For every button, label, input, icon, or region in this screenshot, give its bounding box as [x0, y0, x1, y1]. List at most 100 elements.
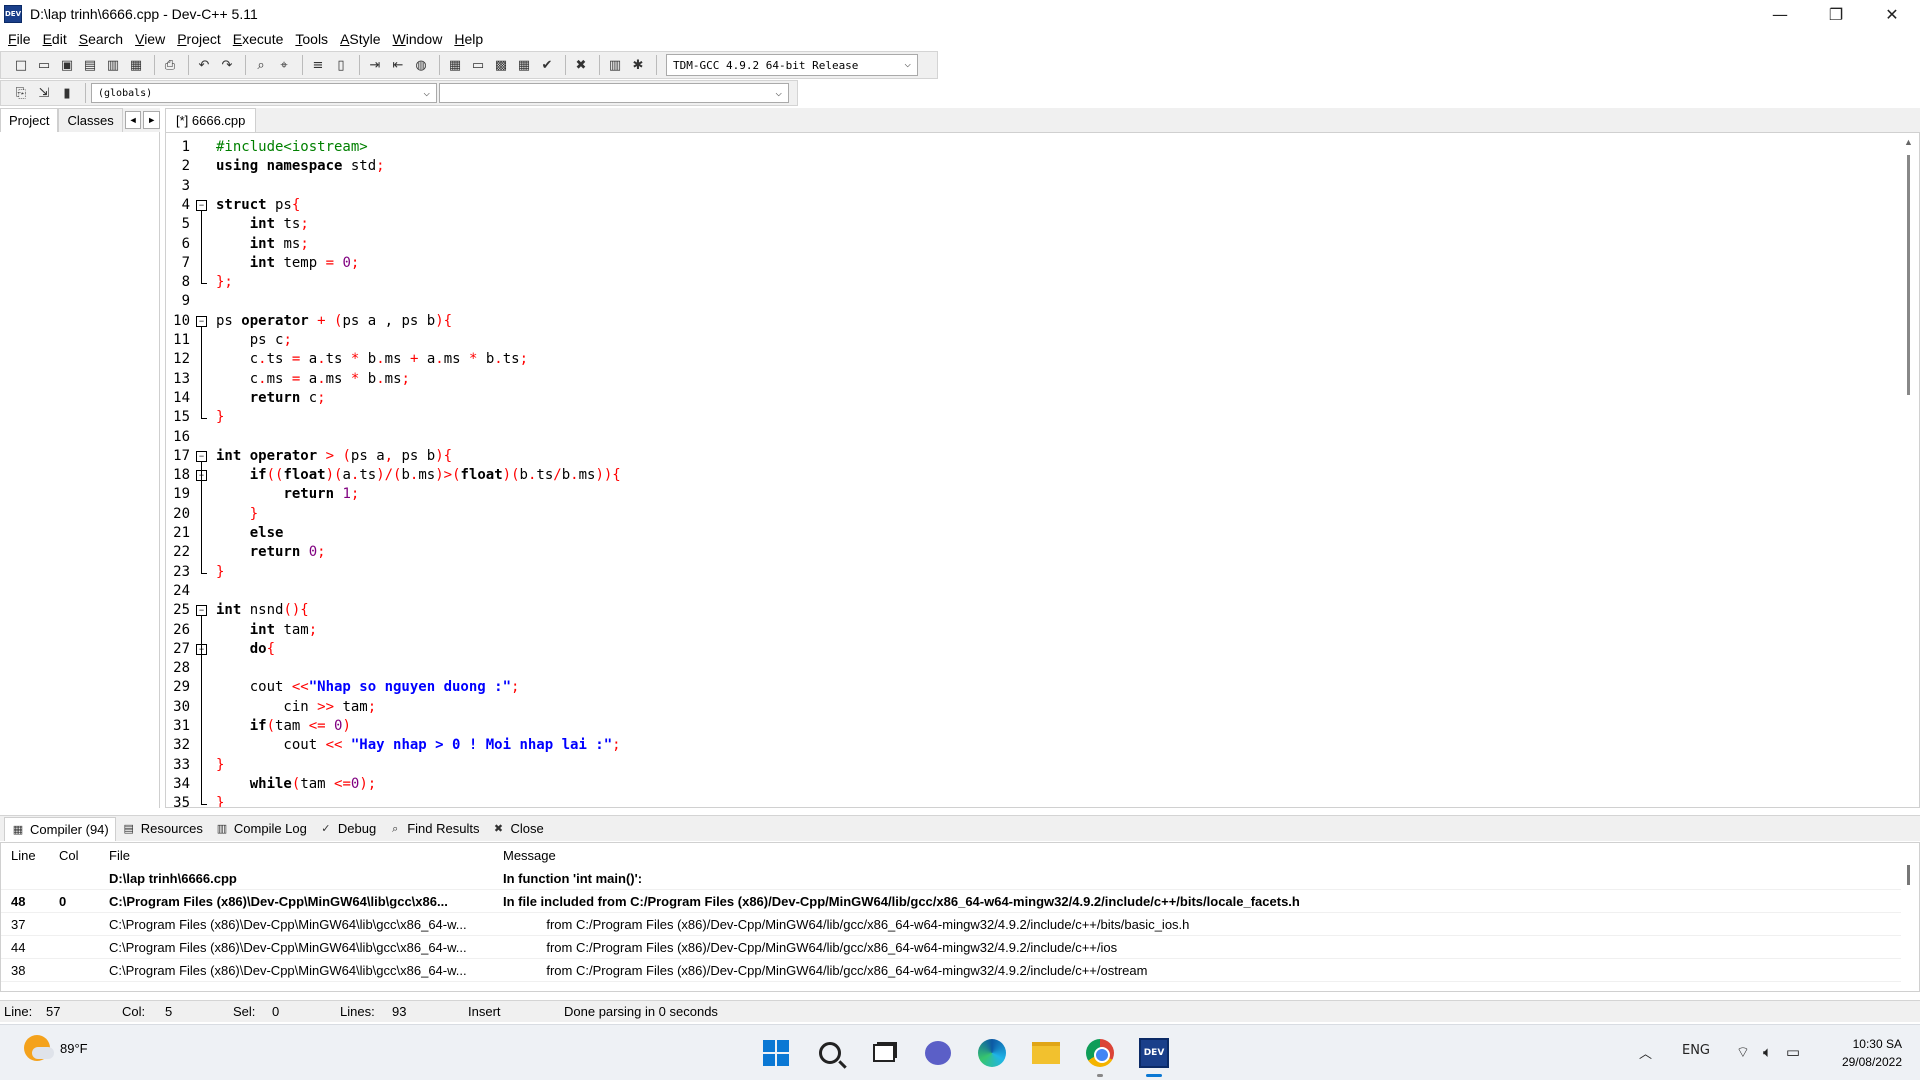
comment-icon[interactable]: ◍ [411, 55, 431, 75]
run-icon[interactable]: ▭ [468, 55, 488, 75]
compile-icon[interactable]: ▦ [445, 55, 465, 75]
clock[interactable]: 10:30 SA 29/08/2022 [1842, 1035, 1902, 1071]
bookmark-icon[interactable]: ▮ [57, 83, 77, 103]
code-line[interactable]: 1 #include<iostream> [166, 138, 1866, 157]
code-line[interactable]: 35} [166, 794, 1866, 807]
tab-close[interactable]: ✖ Close [485, 817, 549, 841]
taskbar-search-button[interactable] [810, 1033, 850, 1073]
close-all-icon[interactable]: ▦ [126, 55, 146, 75]
members-select[interactable]: ⌵ [439, 83, 789, 103]
tab-find-results[interactable]: ⌕ Find Results [382, 817, 485, 841]
code-line[interactable]: 18 if((float)(a.ts)/(b.ms)>(float)(b.ts/… [166, 466, 1866, 485]
profile-icon[interactable]: ▥ [605, 55, 625, 75]
table-row[interactable]: D:\lap trinh\6666.cpp In function 'int ma… [1, 867, 1901, 890]
code-line[interactable]: 22 return 0; [166, 543, 1866, 562]
code-line[interactable]: 31 if(tam <= 0) [166, 717, 1866, 736]
code-line[interactable]: 6 int ms; [166, 235, 1866, 254]
teams-meet-button[interactable] [918, 1033, 958, 1073]
code-line[interactable]: 11 ps c; [166, 331, 1866, 350]
code-line[interactable]: 12 c.ts = a.ts * b.ms + a.ms * b.ts; [166, 350, 1866, 369]
fold-toggle-icon[interactable]: − [196, 315, 207, 327]
close-window-button[interactable]: ✕ [1864, 0, 1920, 28]
menu-item[interactable]: Execute [229, 31, 292, 47]
menu-item[interactable]: Edit [39, 31, 75, 47]
tab-compiler[interactable]: ▦ Compiler (94) [4, 816, 116, 841]
code-editor[interactable]: 1 #include<iostream> 2 using namespace std;… [165, 132, 1920, 808]
tray-chevron-up-icon[interactable]: ︿ [1639, 1043, 1652, 1062]
table-row[interactable]: 48 0 C:\Program Files (x86)\Dev-Cpp\MinGW6… [1, 890, 1901, 913]
indent-icon[interactable]: ⇥ [365, 55, 385, 75]
minimize-button[interactable]: — [1752, 0, 1808, 28]
weather-widget[interactable]: 89°F [24, 1035, 88, 1061]
code-line[interactable]: 7 int temp = 0; [166, 254, 1866, 273]
print-icon[interactable]: ⎙ [160, 55, 180, 75]
syntax-check-icon[interactable]: ✔ [537, 55, 557, 75]
tab-6666-cpp[interactable]: [*] 6666.cpp [165, 108, 257, 132]
code-line[interactable]: 16 [166, 428, 1866, 447]
unindent-icon[interactable]: ⇤ [388, 55, 408, 75]
wifi-icon[interactable]: ⌔ [1736, 1043, 1750, 1062]
code-line[interactable]: 19 return 1; [166, 485, 1866, 504]
table-row[interactable]: 44 C:\Program Files (x86)\Dev-Cpp\MinGW64… [1, 936, 1901, 959]
edge-button[interactable] [972, 1033, 1012, 1073]
table-row[interactable]: 37 C:\Program Files (x86)\Dev-Cpp\MinGW64… [1, 913, 1901, 936]
code-line[interactable]: 13 c.ms = a.ms * b.ms; [166, 370, 1866, 389]
menu-item[interactable]: Help [450, 31, 491, 47]
code-line[interactable]: 29 cout <<"Nhap so nguyen duong :"; [166, 678, 1866, 697]
new-file-icon[interactable]: □ [11, 55, 31, 75]
tab-resources[interactable]: ▤ Resources [116, 817, 209, 841]
menu-item[interactable]: AStyle [336, 31, 388, 47]
scrollbar-thumb[interactable] [1907, 865, 1910, 885]
undo-icon[interactable]: ↶ [194, 55, 214, 75]
debug-bug-icon[interactable]: ✱ [628, 55, 648, 75]
scroll-up-icon[interactable]: ▲ [1904, 137, 1913, 147]
code-line[interactable]: 23} [166, 563, 1866, 582]
code-line[interactable]: 2 using namespace std; [166, 157, 1866, 176]
scope-select[interactable]: (globals) ⌵ [91, 83, 437, 103]
start-button[interactable] [756, 1033, 796, 1073]
code-line[interactable]: 15} [166, 408, 1866, 427]
save-all-icon[interactable]: ▤ [80, 55, 100, 75]
code-line[interactable]: 27 do{ [166, 640, 1866, 659]
tab-debug[interactable]: ✓ Debug [313, 817, 382, 841]
tab-classes[interactable]: Classes [58, 108, 123, 132]
fold-toggle-icon[interactable]: − [196, 605, 207, 617]
tab-project[interactable]: Project [0, 108, 59, 132]
code-line[interactable]: 30 cin >> tam; [166, 698, 1866, 717]
header-line[interactable]: Line [11, 848, 36, 863]
menu-item[interactable]: Tools [291, 31, 336, 47]
code-line[interactable]: 26 int tam; [166, 621, 1866, 640]
compile-run-icon[interactable]: ▩ [491, 55, 511, 75]
code-line[interactable]: 20 } [166, 505, 1866, 524]
replace-icon[interactable]: ⌖ [274, 55, 294, 75]
save-icon[interactable]: ▣ [57, 55, 77, 75]
code-line[interactable]: 34 while(tam <=0); [166, 775, 1866, 794]
header-file[interactable]: File [109, 848, 489, 863]
goto-line-icon[interactable]: ≡ [308, 55, 328, 75]
compiler-select[interactable]: TDM-GCC 4.9.2 64-bit Release ⌵ [666, 54, 918, 76]
rebuild-icon[interactable]: ▦ [514, 55, 534, 75]
code-line[interactable]: 5 int ts; [166, 215, 1866, 234]
find-icon[interactable]: ⌕ [251, 55, 271, 75]
volume-icon[interactable]: 🔈︎ [1763, 1043, 1772, 1061]
tab-compile-log[interactable]: ▥ Compile Log [209, 817, 313, 841]
code-line[interactable]: 21 else [166, 524, 1866, 543]
editor-vertical-scrollbar[interactable]: ▲ [1899, 133, 1919, 807]
file-explorer-button[interactable] [1026, 1033, 1066, 1073]
toggle-bookmark-icon[interactable]: ▯ [331, 55, 351, 75]
menu-item[interactable]: Window [389, 31, 451, 47]
fold-toggle-icon[interactable]: − [196, 199, 207, 211]
redo-icon[interactable]: ↷ [217, 55, 237, 75]
code-line[interactable]: 10 ps operator + (ps a , ps b){ [166, 312, 1866, 331]
fold-toggle-icon[interactable]: − [196, 450, 207, 462]
restore-button[interactable]: ❐ [1808, 0, 1864, 28]
header-col[interactable]: Col [59, 848, 79, 863]
menu-item[interactable]: Search [75, 31, 131, 47]
code-line[interactable]: 33} [166, 756, 1866, 775]
scrollbar-thumb[interactable] [1907, 155, 1910, 395]
code-line[interactable]: 17 int operator > (ps a, ps b){ [166, 447, 1866, 466]
menu-item[interactable]: File [4, 31, 39, 47]
task-view-button[interactable] [864, 1033, 904, 1073]
menu-item[interactable]: View [131, 31, 173, 47]
code-line[interactable]: 9 [166, 292, 1866, 311]
